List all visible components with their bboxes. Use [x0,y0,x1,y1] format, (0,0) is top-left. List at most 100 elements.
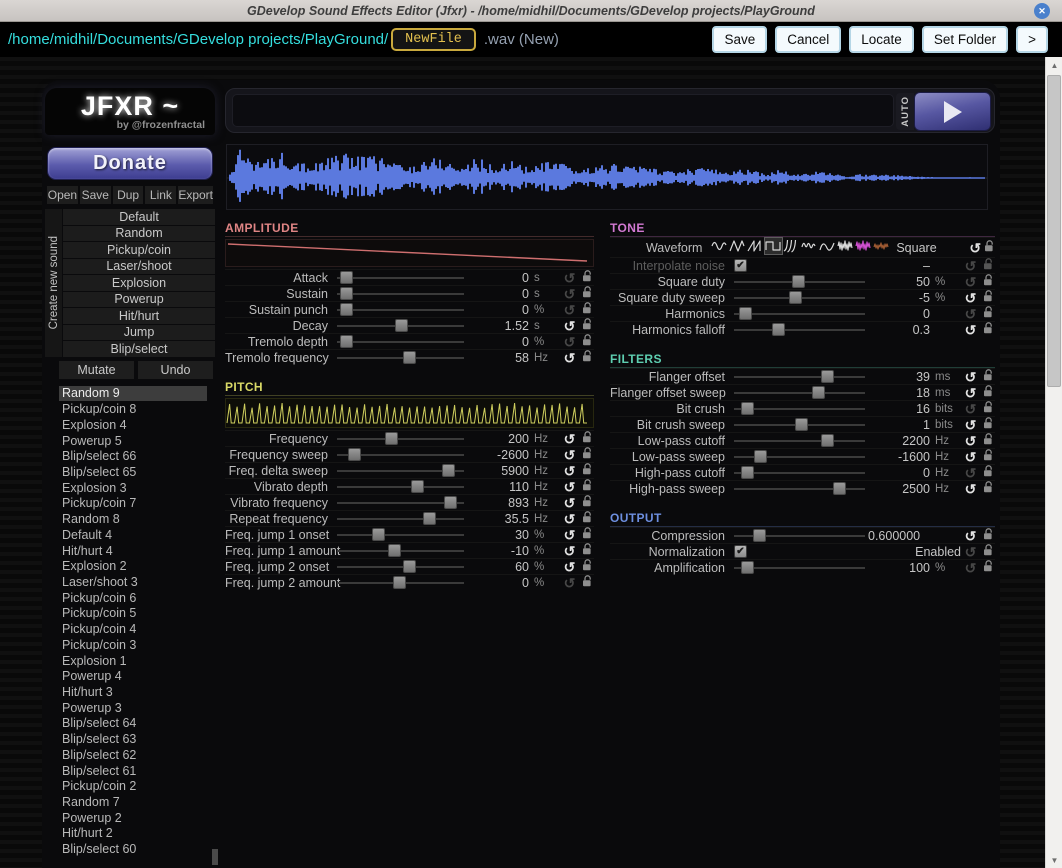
sound-list-item[interactable]: Default 4 [59,527,207,543]
sawtooth-wave-icon[interactable] [747,238,764,254]
high-pass-sweep-reset-button[interactable]: ↺ [961,482,980,496]
square-wave-icon[interactable] [765,238,782,254]
filename-input[interactable]: NewFile [391,28,476,51]
high-pass-sweep-slider-handle[interactable] [833,482,846,495]
freq-jump-2-amount-lock-button[interactable] [579,574,594,592]
donate-button[interactable]: Donate [47,147,213,180]
preset-jump[interactable]: Jump [63,325,215,341]
low-pass-cutoff-slider-track[interactable] [734,440,865,442]
frequency-sweep-slider-handle[interactable] [348,448,361,461]
frequency-slider-track[interactable] [337,438,464,440]
freq-jump-1-amount-slider-handle[interactable] [388,544,401,557]
repeat-frequency-slider-handle[interactable] [423,512,436,525]
file-action-dup[interactable]: Dup [113,186,144,204]
file-action-export[interactable]: Export [178,186,213,204]
autoplay-toggle[interactable]: AUTO [896,93,914,130]
preset-default[interactable]: Default [63,209,215,225]
triangle-wave-icon[interactable] [729,238,746,254]
sound-list-item[interactable]: Blip/select 62 [59,747,207,763]
scroll-up-icon[interactable]: ▲ [1046,57,1062,73]
sustain-slider-handle[interactable] [340,287,353,300]
preset-hit-hurt[interactable]: Hit/hurt [63,308,215,324]
whistle-wave-icon[interactable] [801,238,818,254]
breaker-wave-icon[interactable] [819,238,836,254]
sound-list-item[interactable]: Pickup/coin 6 [59,590,207,606]
sound-list-item[interactable]: Hit/hurt 4 [59,543,207,559]
freq-delta-sweep-reset-button[interactable]: ↺ [560,464,579,478]
freq-jump-1-amount-reset-button[interactable]: ↺ [560,544,579,558]
bit-crush-slider-handle[interactable] [741,402,754,415]
sound-list-item[interactable]: Blip/select 61 [59,763,207,779]
sound-list-item[interactable]: Pickup/coin 8 [59,401,207,417]
frequency-sweep-reset-button[interactable]: ↺ [560,448,579,462]
freq-jump-1-onset-reset-button[interactable]: ↺ [560,528,579,542]
harmonics-slider-track[interactable] [734,313,865,315]
flanger-offset-reset-button[interactable]: ↺ [961,370,980,384]
attack-slider-handle[interactable] [340,271,353,284]
low-pass-cutoff-reset-button[interactable]: ↺ [961,434,980,448]
vibrato-frequency-slider-handle[interactable] [444,496,457,509]
preset-random[interactable]: Random [63,226,215,242]
sound-list-item[interactable]: Blip/select 66 [59,448,207,464]
sound-list-item[interactable]: Explosion 4 [59,417,207,433]
amplification-reset-button[interactable]: ↺ [961,561,980,575]
flanger-offset-slider-handle[interactable] [821,370,834,383]
tremolo-frequency-lock-button[interactable] [579,349,594,367]
square-duty-sweep-reset-button[interactable]: ↺ [961,291,980,305]
decay-reset-button[interactable]: ↺ [560,319,579,333]
file-action-save[interactable]: Save [80,186,111,204]
freq-jump-1-onset-slider-track[interactable] [337,534,464,536]
preset-powerup[interactable]: Powerup [63,292,215,308]
normalization-reset-button[interactable]: ↺ [961,545,980,559]
decay-slider-handle[interactable] [395,319,408,332]
sound-list-item[interactable]: Pickup/coin 7 [59,496,207,512]
window-close-button[interactable]: ✕ [1034,3,1050,19]
sound-list-item[interactable]: Blip/select 60 [59,841,207,857]
sine-wave-icon[interactable] [711,238,728,254]
play-button[interactable] [914,92,991,131]
high-pass-cutoff-reset-button[interactable]: ↺ [961,466,980,480]
tremolo-depth-slider-handle[interactable] [340,335,353,348]
tangent-wave-icon[interactable] [783,238,800,254]
scroll-down-icon[interactable]: ▼ [1046,852,1062,868]
bit-crush-reset-button[interactable]: ↺ [961,402,980,416]
waveform-reset-button[interactable]: ↺ [968,241,983,255]
sound-list-item[interactable]: Blip/select 64 [59,716,207,732]
sound-list-item[interactable]: Powerup 3 [59,700,207,716]
normalization-checkbox[interactable]: ✔ [734,545,747,558]
harmonics-slider-handle[interactable] [739,307,752,320]
sustain-punch-slider-track[interactable] [337,309,464,311]
sound-list-item[interactable]: Pickup/coin 3 [59,637,207,653]
sound-list-item[interactable]: Pickup/coin 5 [59,606,207,622]
square-duty-slider-handle[interactable] [792,275,805,288]
sound-list-item[interactable]: Explosion 1 [59,653,207,669]
vibrato-frequency-reset-button[interactable]: ↺ [560,496,579,510]
preset-blip-select[interactable]: Blip/select [63,341,215,357]
sound-list-item[interactable]: Hit/hurt 3 [59,684,207,700]
sound-list-item[interactable]: Powerup 5 [59,433,207,449]
gd-button-save[interactable]: Save [712,26,767,53]
sound-list-scrollbar-thumb[interactable] [212,849,218,865]
preset-laser-shoot[interactable]: Laser/shoot [63,259,215,275]
gd-button-more[interactable]: > [1016,26,1048,53]
freq-delta-sweep-slider-handle[interactable] [442,464,455,477]
freq-jump-2-onset-reset-button[interactable]: ↺ [560,560,579,574]
freq-jump-2-onset-slider-handle[interactable] [403,560,416,573]
preset-pickup-coin[interactable]: Pickup/coin [63,242,215,258]
gd-button-locate[interactable]: Locate [849,26,914,53]
vibrato-depth-slider-track[interactable] [337,486,464,488]
vibrato-depth-reset-button[interactable]: ↺ [560,480,579,494]
brownnoise-wave-icon[interactable] [873,238,890,254]
sustain-reset-button[interactable]: ↺ [560,287,579,301]
bit-crush-sweep-slider-handle[interactable] [795,418,808,431]
high-pass-cutoff-slider-handle[interactable] [741,466,754,479]
low-pass-cutoff-slider-handle[interactable] [821,434,834,447]
sound-list-item[interactable]: Pickup/coin 4 [59,621,207,637]
freq-jump-1-onset-slider-handle[interactable] [372,528,385,541]
tremolo-depth-slider-track[interactable] [337,341,464,343]
sustain-slider-track[interactable] [337,293,464,295]
gd-button-cancel[interactable]: Cancel [775,26,841,53]
file-action-link[interactable]: Link [145,186,176,204]
sound-list-item[interactable]: Blip/select 63 [59,731,207,747]
whitenoise-wave-icon[interactable] [837,238,854,254]
